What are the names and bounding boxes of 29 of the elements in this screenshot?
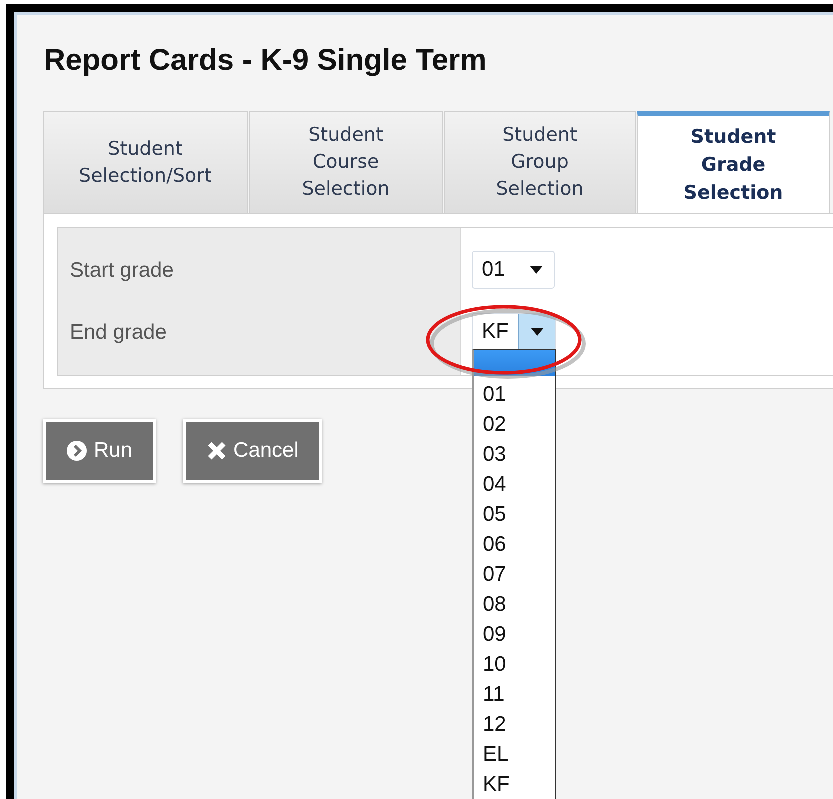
field-label: End grade (70, 320, 168, 346)
tab[interactable]: Student Grade Selection (637, 111, 830, 213)
dropdown-option[interactable]: 12 (474, 710, 555, 740)
dropdown-option[interactable]: KF (474, 770, 555, 799)
tab[interactable]: Student Selection/Sort (43, 111, 248, 213)
close-icon (206, 440, 228, 462)
tab[interactable]: Student Group Selection (444, 111, 636, 213)
dropdown-option[interactable]: 10 (474, 650, 555, 680)
dropdown-option[interactable]: 02 (474, 410, 555, 440)
dropdown-option[interactable]: EL (474, 740, 555, 770)
dropdown-option[interactable]: 03 (474, 440, 555, 470)
caret-icon (530, 266, 542, 274)
field-label: Start grade (70, 258, 175, 284)
chevron-circle-icon (66, 440, 88, 462)
dropdown-option[interactable]: 05 (474, 500, 555, 530)
dropdown-option[interactable]: 01 (474, 380, 555, 410)
dropdown-option[interactable]: 04 (474, 470, 555, 500)
cancel-button[interactable]: Cancel (182, 419, 322, 483)
page-title: Report Cards - K-9 Single Term (43, 43, 488, 79)
tab[interactable]: Student Course Selection (249, 111, 443, 213)
dropdown-option[interactable]: 06 (474, 530, 555, 560)
dropdown-option[interactable]: 07 (474, 560, 555, 590)
grade-dropdown[interactable]: 01 (472, 251, 555, 289)
dropdown-option[interactable]: 08 (474, 590, 555, 620)
caret-icon (530, 328, 544, 336)
run-button[interactable]: Run (43, 419, 156, 483)
grade-dropdown[interactable]: KF (472, 313, 556, 351)
dropdown-option[interactable]: 09 (474, 620, 555, 650)
dropdown-option[interactable]: 11 (474, 680, 555, 710)
